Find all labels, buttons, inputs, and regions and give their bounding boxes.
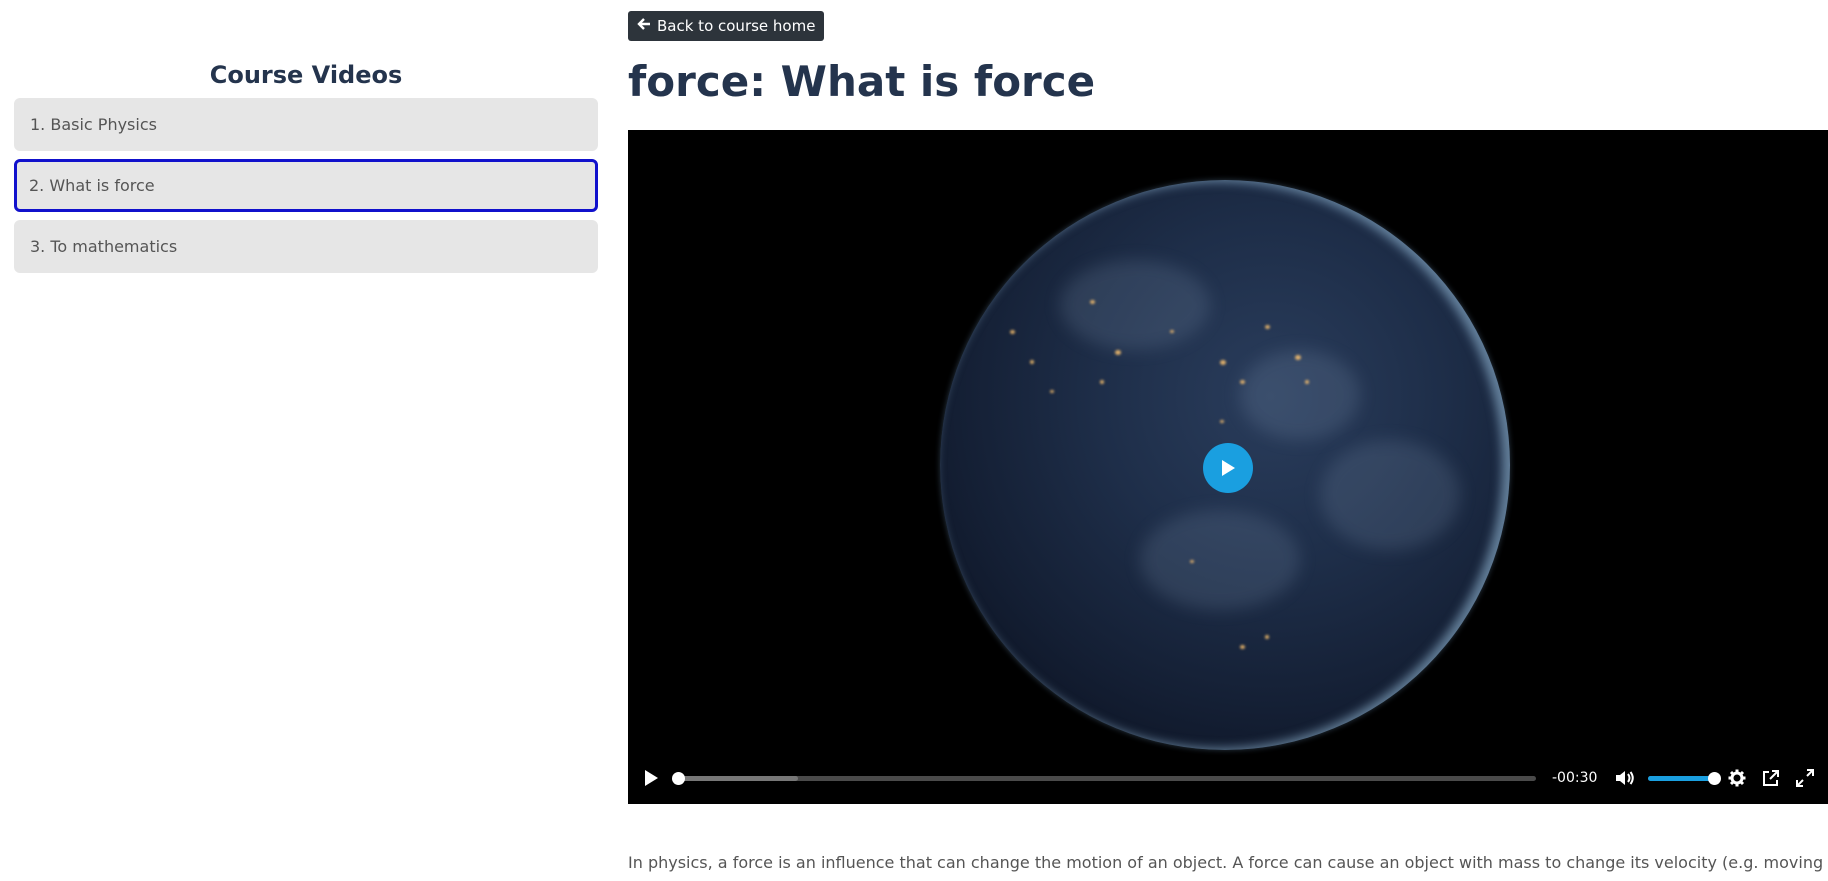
course-videos-sidebar: Course Videos 1. Basic Physics 2. What i… [14, 58, 598, 281]
fullscreen-icon [1796, 769, 1814, 787]
video-item-to-mathematics[interactable]: 3. To mathematics [14, 220, 598, 273]
page-title: force: What is force [628, 57, 1096, 106]
video-item-label: 3. To mathematics [30, 237, 178, 256]
volume-handle[interactable] [1708, 771, 1721, 785]
gear-icon [1728, 769, 1746, 787]
back-button-label: Back to course home [657, 17, 816, 35]
buffer-fill [678, 775, 799, 781]
video-item-basic-physics[interactable]: 1. Basic Physics [14, 98, 598, 151]
sidebar-title: Course Videos [209, 61, 403, 89]
arrow-left-icon [637, 17, 651, 35]
play-control-button[interactable] [640, 767, 662, 789]
video-item-label: 1. Basic Physics [30, 115, 157, 134]
video-item-label: 2. What is force [29, 176, 155, 195]
player-controls: -00:30 [628, 752, 1828, 804]
video-item-what-is-force[interactable]: 2. What is force [14, 159, 598, 212]
big-play-button[interactable] [1203, 443, 1253, 493]
volume-slider[interactable] [1648, 771, 1721, 785]
fullscreen-button[interactable] [1794, 767, 1816, 789]
video-description: In physics, a force is an influence that… [628, 853, 1824, 872]
mute-button[interactable] [1614, 767, 1636, 789]
settings-button[interactable] [1726, 767, 1748, 789]
main-content: Back to course home force: What is force [628, 11, 1828, 804]
volume-icon [1616, 771, 1634, 785]
external-link-icon [1763, 770, 1779, 786]
volume-fill [1648, 775, 1714, 781]
time-remaining: -00:30 [1552, 770, 1598, 786]
back-to-course-home-button[interactable]: Back to course home [628, 11, 825, 41]
pip-button[interactable] [1760, 767, 1782, 789]
seek-handle[interactable] [672, 771, 685, 785]
play-icon [645, 770, 658, 786]
video-player[interactable]: -00:30 [628, 130, 1828, 804]
play-icon [1222, 460, 1235, 476]
seek-bar[interactable] [672, 771, 1536, 785]
